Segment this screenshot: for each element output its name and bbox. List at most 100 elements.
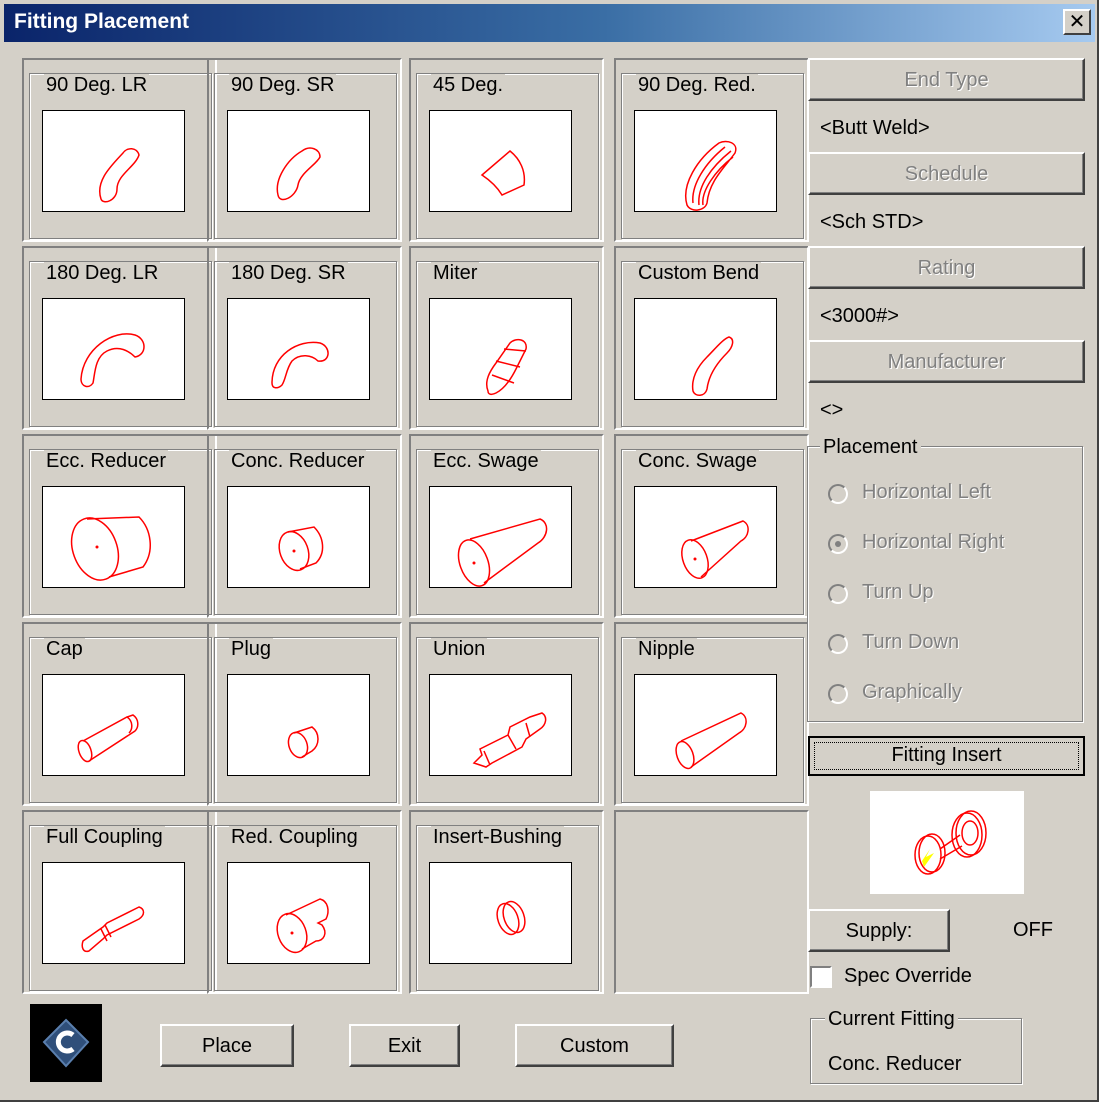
fitting-thumbnail[interactable] — [42, 298, 185, 400]
fitting-cell[interactable]: 90 Deg. LR — [22, 58, 217, 242]
fitting-label: Conc. Swage — [636, 450, 759, 472]
fitting-cell[interactable]: 90 Deg. SR — [207, 58, 402, 242]
fitting-label: Nipple — [636, 638, 697, 660]
fitting-cell[interactable]: Red. Coupling — [207, 810, 402, 994]
fitting-thumbnail[interactable] — [227, 674, 370, 776]
fitting-thumbnail[interactable] — [634, 110, 777, 212]
fitting-thumbnail[interactable] — [42, 486, 185, 588]
fitting-thumbnail[interactable] — [634, 486, 777, 588]
schedule-button[interactable]: Schedule — [808, 152, 1085, 195]
manufacturer-button[interactable]: Manufacturer — [808, 340, 1085, 383]
fitting-group-frame: Cap — [29, 637, 212, 803]
elbow-90-sr-icon — [276, 147, 321, 201]
fitting-thumbnail[interactable] — [634, 674, 777, 776]
radio-button[interactable] — [828, 634, 848, 654]
fitting-cell[interactable]: Cap — [22, 622, 217, 806]
fitting-label: Conc. Reducer — [229, 450, 367, 472]
radio-button[interactable] — [828, 584, 848, 604]
fitting-thumbnail[interactable] — [429, 486, 572, 588]
fitting-thumbnail[interactable] — [429, 298, 572, 400]
return-180-sr-icon — [271, 341, 329, 389]
rating-button[interactable]: Rating — [808, 246, 1085, 289]
spec-override-checkbox[interactable] — [810, 966, 832, 988]
fitting-cell[interactable]: Insert-Bushing — [409, 810, 604, 994]
fitting-thumbnail[interactable] — [42, 110, 185, 212]
fitting-cell[interactable]: Custom Bend — [614, 246, 809, 430]
exit-button-label: Exit — [387, 1035, 422, 1057]
fitting-cell[interactable]: 45 Deg. — [409, 58, 604, 242]
fitting-cell[interactable]: Miter — [409, 246, 604, 430]
fitting-thumbnail[interactable] — [634, 298, 777, 400]
fitting-group-frame: Red. Coupling — [214, 825, 397, 991]
custom-button[interactable]: Custom — [515, 1024, 674, 1067]
fitting-label: 90 Deg. LR — [44, 74, 150, 96]
miter-elbow-icon — [485, 338, 527, 396]
fitting-label: Plug — [229, 638, 274, 660]
schedule-value: <Sch STD> — [820, 211, 924, 233]
conc-swage-icon — [681, 520, 749, 579]
supply-value: OFF — [1013, 919, 1053, 941]
fitting-label: Miter — [431, 262, 480, 284]
fitting-cell[interactable]: Conc. Reducer — [207, 434, 402, 618]
elbow-90-reducing-icon — [685, 140, 737, 211]
fitting-thumbnail[interactable] — [42, 862, 185, 964]
fitting-insert-label: Fitting Insert — [891, 744, 1002, 766]
fitting-thumbnail[interactable] — [227, 486, 370, 588]
placement-title: Placement — [820, 436, 921, 459]
placement-group: Placement Horizontal Left Horizontal Rig… — [807, 436, 1083, 722]
fitting-cell[interactable]: Conc. Swage — [614, 434, 809, 618]
fitting-thumbnail[interactable] — [429, 862, 572, 964]
fitting-thumbnail[interactable] — [42, 674, 185, 776]
insert-bushing-icon — [496, 900, 526, 936]
fitting-group-frame: 45 Deg. — [416, 73, 599, 239]
ecc-swage-icon — [457, 518, 548, 587]
fitting-group-frame: Ecc. Swage — [416, 449, 599, 615]
fitting-thumbnail[interactable] — [429, 110, 572, 212]
placement-option-label: Turn Down — [862, 631, 960, 653]
current-fitting-title: Current Fitting — [825, 1008, 958, 1031]
end-type-button[interactable]: End Type — [808, 58, 1085, 101]
full-coupling-icon — [81, 906, 145, 953]
radio-button[interactable] — [828, 534, 848, 554]
radio-button[interactable] — [828, 484, 848, 504]
fitting-thumbnail[interactable] — [429, 674, 572, 776]
fitting-group-frame: Miter — [416, 261, 599, 427]
fitting-cell[interactable]: Ecc. Reducer — [22, 434, 217, 618]
fitting-thumbnail[interactable] — [227, 110, 370, 212]
radio-button[interactable] — [828, 684, 848, 704]
return-180-lr-icon — [80, 333, 145, 388]
custom-bend-icon — [691, 336, 734, 396]
end-type-button-label: End Type — [904, 69, 989, 91]
app-logo — [30, 1004, 102, 1082]
end-type-value: <Butt Weld> — [820, 117, 930, 139]
close-icon: ✕ — [1068, 9, 1086, 33]
place-button[interactable]: Place — [160, 1024, 294, 1067]
close-button[interactable]: ✕ — [1063, 9, 1091, 35]
fitting-group-frame: Ecc. Reducer — [29, 449, 212, 615]
fitting-label: Full Coupling — [44, 826, 165, 848]
elbow-45-icon — [480, 150, 526, 196]
fitting-label: 45 Deg. — [431, 74, 506, 96]
fitting-thumbnail[interactable] — [227, 862, 370, 964]
fitting-cell[interactable]: Nipple — [614, 622, 809, 806]
supply-button[interactable]: Supply: — [808, 909, 950, 952]
fitting-cell[interactable]: 180 Deg. SR — [207, 246, 402, 430]
placement-option-label: Horizontal Left — [862, 481, 991, 503]
fitting-group-frame: 180 Deg. LR — [29, 261, 212, 427]
fitting-label: 90 Deg. Red. — [636, 74, 758, 96]
fitting-insert-button[interactable]: Fitting Insert — [808, 736, 1085, 776]
flange-preview-icon — [914, 810, 987, 875]
fitting-cell[interactable]: 90 Deg. Red. — [614, 58, 809, 242]
rating-value: <3000#> — [820, 305, 899, 327]
fitting-label: Custom Bend — [636, 262, 762, 284]
fitting-group-frame: Plug — [214, 637, 397, 803]
fitting-cell[interactable]: Ecc. Swage — [409, 434, 604, 618]
placement-option-label: Horizontal Right — [862, 531, 1005, 553]
nipple-icon — [675, 712, 747, 770]
fitting-cell[interactable]: Union — [409, 622, 604, 806]
fitting-cell[interactable]: Plug — [207, 622, 402, 806]
fitting-thumbnail[interactable] — [227, 298, 370, 400]
fitting-cell[interactable]: 180 Deg. LR — [22, 246, 217, 430]
fitting-cell[interactable]: Full Coupling — [22, 810, 217, 994]
exit-button[interactable]: Exit — [349, 1024, 460, 1067]
